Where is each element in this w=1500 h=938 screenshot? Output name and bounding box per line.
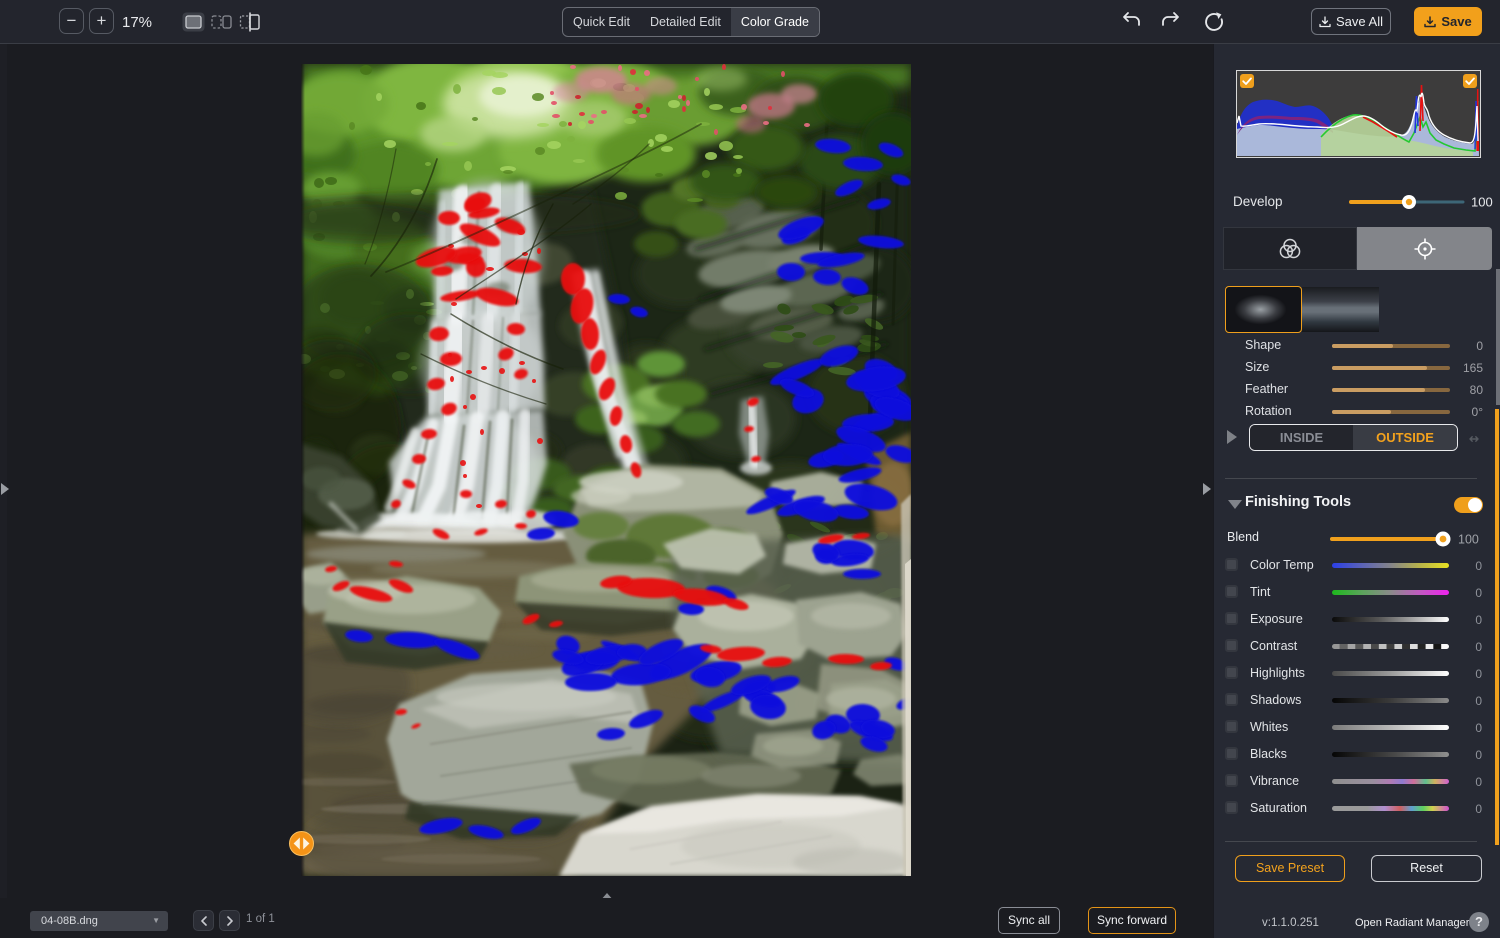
svg-text:100: 100 [1471,195,1493,210]
svg-text:100: 100 [1458,533,1479,547]
